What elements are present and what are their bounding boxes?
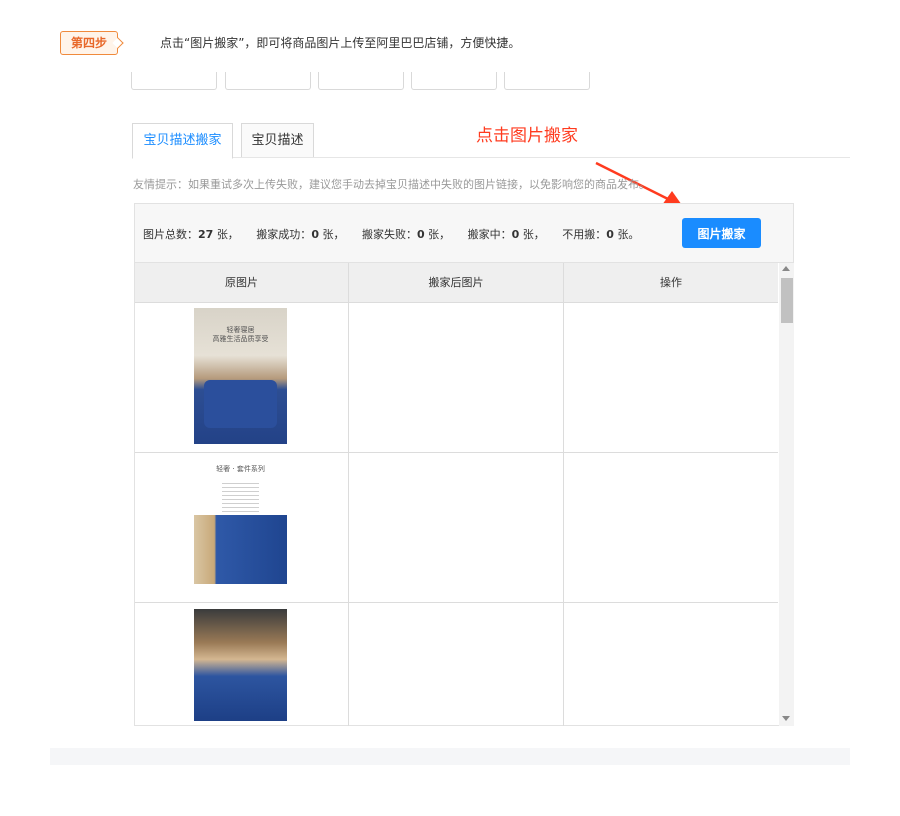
- table-scrollbar[interactable]: [779, 263, 794, 726]
- skip-label: 不用搬：: [562, 228, 607, 241]
- tab-description[interactable]: 宝贝描述: [241, 123, 314, 158]
- moving-count: 0: [511, 228, 520, 241]
- col-header-actions: 操作: [660, 276, 682, 289]
- partial-button-5[interactable]: [504, 72, 590, 90]
- success-label: 搬家成功：: [256, 228, 312, 241]
- annotation-text: 点击图片搬家: [476, 126, 578, 146]
- tab-divider: [132, 157, 850, 158]
- success-unit: 张，: [322, 228, 345, 241]
- moving-unit: 张，: [522, 228, 545, 241]
- friendly-tip: 友情提示：如果重试多次上传失败，建议您手动去掉宝贝描述中失败的图片链接，以免影响…: [133, 178, 650, 191]
- img2-caption: 轻奢 · 套件系列: [216, 465, 265, 473]
- table-row-2-original-image: 轻奢 · 套件系列: [194, 460, 287, 584]
- scroll-up-icon[interactable]: [782, 266, 790, 271]
- col-header-original: 原图片: [225, 276, 258, 289]
- total-count: 27: [198, 228, 214, 241]
- moving-label: 搬家中：: [467, 228, 512, 241]
- table-row-3-original-image: [194, 609, 287, 721]
- col-header-after-move: 搬家后图片: [428, 276, 484, 289]
- bed-shape: [204, 380, 277, 428]
- table-header: 原图片 搬家后图片 操作: [135, 263, 778, 303]
- img1-caption: 轻奢寝居 高雅生活品质享受: [212, 326, 269, 343]
- row-divider: [135, 452, 778, 453]
- partial-button-1[interactable]: [131, 72, 217, 90]
- image-stats: 图片总数：27 张， 搬家成功：0 张， 搬家失败：0 张， 搬家中：0 张， …: [143, 226, 639, 242]
- failed-count: 0: [416, 228, 425, 241]
- failed-unit: 张，: [428, 228, 451, 241]
- bed-photo: [194, 515, 287, 584]
- top-button-strip: [131, 72, 590, 90]
- column-divider: [563, 263, 564, 726]
- total-unit: 张，: [216, 228, 239, 241]
- step-instruction: 点击“图片搬家”，即可将商品图片上传至阿里巴巴店铺，方便快捷。: [160, 36, 521, 50]
- scroll-down-icon[interactable]: [782, 716, 790, 721]
- row-divider: [135, 602, 778, 603]
- partial-button-3[interactable]: [318, 72, 404, 90]
- table-row-1-original-image: 轻奢寝居 高雅生活品质享受: [194, 308, 287, 444]
- failed-label: 搬家失败：: [361, 228, 417, 241]
- partial-button-4[interactable]: [411, 72, 497, 90]
- text-lines: [222, 480, 259, 514]
- image-move-button[interactable]: 图片搬家: [682, 218, 761, 248]
- step-badge: 第四步: [60, 31, 118, 55]
- footer-band: [50, 748, 850, 765]
- scrollbar-thumb[interactable]: [781, 278, 793, 323]
- partial-button-2[interactable]: [225, 72, 311, 90]
- skip-count: 0: [606, 228, 614, 241]
- tab-description-move[interactable]: 宝贝描述搬家: [132, 123, 233, 159]
- success-count: 0: [311, 228, 319, 241]
- skip-unit: 张。: [617, 228, 640, 241]
- column-divider: [348, 263, 349, 726]
- total-label: 图片总数：: [143, 228, 198, 241]
